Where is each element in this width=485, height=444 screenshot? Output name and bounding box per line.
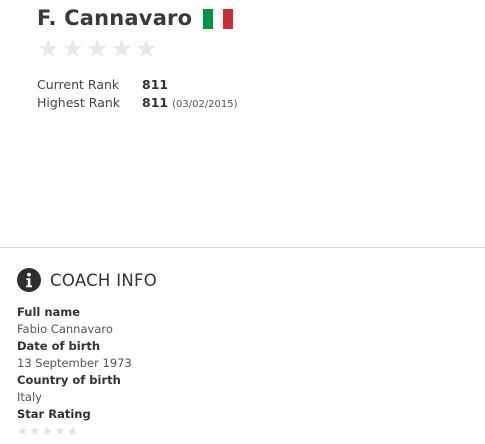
section-divider xyxy=(0,247,485,248)
star-icon: ★ xyxy=(61,34,84,63)
flag-stripe-red xyxy=(223,8,234,29)
highest-rank-label: Highest Rank xyxy=(37,95,121,110)
date-of-birth-value: 13 September 1973 xyxy=(17,356,132,370)
flag-stripe-white xyxy=(213,8,224,29)
coach-info-title: COACH INFO xyxy=(50,270,158,290)
highest-rank-row: Highest Rank 811 (03/02/2015) xyxy=(37,95,485,113)
highest-rank-date: (03/02/2015) xyxy=(172,99,238,110)
current-rank-label: Current Rank xyxy=(37,77,120,92)
date-of-birth-label: Date of birth xyxy=(17,339,101,353)
star-icon: ★ xyxy=(54,424,66,438)
full-name-value: Fabio Cannavaro xyxy=(17,322,113,336)
star-rating-label: Star Rating xyxy=(17,407,91,421)
coach-info-header: COACH INFO xyxy=(17,267,485,293)
star-icon: ★ xyxy=(110,34,133,63)
highest-rank-value: 811 xyxy=(142,95,169,110)
coach-info-list: Full name Fabio Cannavaro Date of birth … xyxy=(17,304,485,439)
current-rank-row: Current Rank 811 xyxy=(37,77,485,95)
star-icon: ★ xyxy=(86,34,109,63)
coach-profile-page: F. Cannavaro ★ ★ ★ ★ ★ Current Rank 811 … xyxy=(0,0,485,444)
star-icon: ★ xyxy=(37,34,60,63)
star-icon: ★ xyxy=(29,424,41,438)
full-name-label: Full name xyxy=(17,305,81,319)
star-icon: ★ xyxy=(17,424,28,438)
info-icon xyxy=(17,268,41,292)
rank-info: Current Rank 811 Highest Rank 811 (03/02… xyxy=(37,77,485,113)
italy-flag-icon xyxy=(203,8,234,29)
coach-star-rating: ★ ★ ★ ★ ★ xyxy=(37,36,485,62)
star-icon: ★ xyxy=(42,424,53,438)
coach-header: F. Cannavaro ★ ★ ★ ★ ★ Current Rank 811 … xyxy=(37,3,485,113)
star-icon: ★ xyxy=(135,34,158,63)
star-icon: ★ xyxy=(67,424,78,438)
coach-name: F. Cannavaro xyxy=(37,6,193,30)
current-rank-value: 811 xyxy=(142,77,169,92)
star-rating-value: ★ ★ ★ ★ ★ xyxy=(17,423,485,439)
country-of-birth-value: Italy xyxy=(17,390,42,404)
coach-name-row: F. Cannavaro xyxy=(37,3,485,33)
country-of-birth-label: Country of birth xyxy=(17,373,121,387)
coach-info-section: COACH INFO Full name Fabio Cannavaro Dat… xyxy=(17,267,485,439)
flag-stripe-green xyxy=(203,8,214,29)
